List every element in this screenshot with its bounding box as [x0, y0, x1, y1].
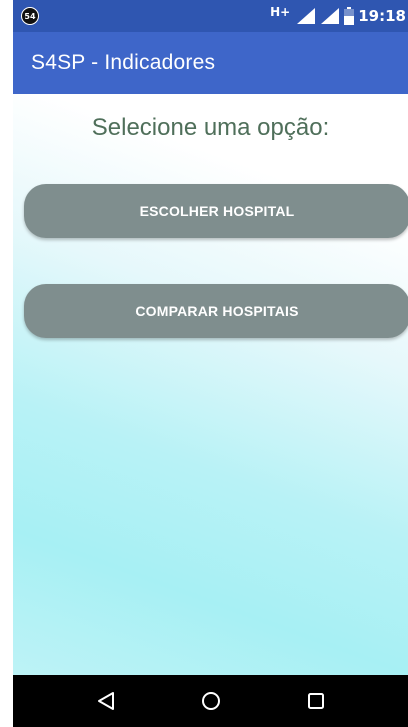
app-bar: S4SP - Indicadores: [13, 32, 408, 94]
home-icon: [201, 692, 220, 710]
navigation-bar: [13, 675, 408, 727]
phone-frame: 54 H+ 19:18 S4SP - Indicadores Selecione…: [0, 0, 408, 727]
signal-icon: [321, 8, 340, 24]
notification-count: 54: [24, 11, 36, 21]
notification-badge: 54: [21, 7, 39, 25]
recents-button[interactable]: [303, 688, 329, 714]
app-title: S4SP - Indicadores: [31, 51, 216, 74]
compare-hospitals-button[interactable]: COMPARAR HOSPITAIS: [24, 284, 408, 338]
back-button[interactable]: [93, 688, 119, 714]
choose-hospital-button[interactable]: ESCOLHER HOSPITAL: [24, 184, 408, 238]
recents-icon: [307, 693, 324, 709]
battery-icon: [344, 7, 355, 25]
choose-hospital-label: ESCOLHER HOSPITAL: [139, 203, 295, 219]
compare-hospitals-label: COMPARAR HOSPITAIS: [135, 303, 299, 319]
signal-icon: [297, 8, 316, 24]
status-icons: H+ 19:18: [270, 0, 408, 32]
home-button[interactable]: [198, 688, 224, 714]
network-type: H+: [270, 5, 291, 19]
clock: 19:18: [358, 7, 406, 25]
prompt-text: Selecione uma opção:: [91, 114, 330, 141]
bezel: [0, 0, 13, 727]
back-icon: [97, 692, 114, 710]
status-bar: 54 H+ 19:18: [13, 0, 408, 32]
screen: 54 H+ 19:18 S4SP - Indicadores Selecione…: [13, 0, 408, 727]
main-content: Selecione uma opção: ESCOLHER HOSPITAL C…: [13, 94, 408, 675]
